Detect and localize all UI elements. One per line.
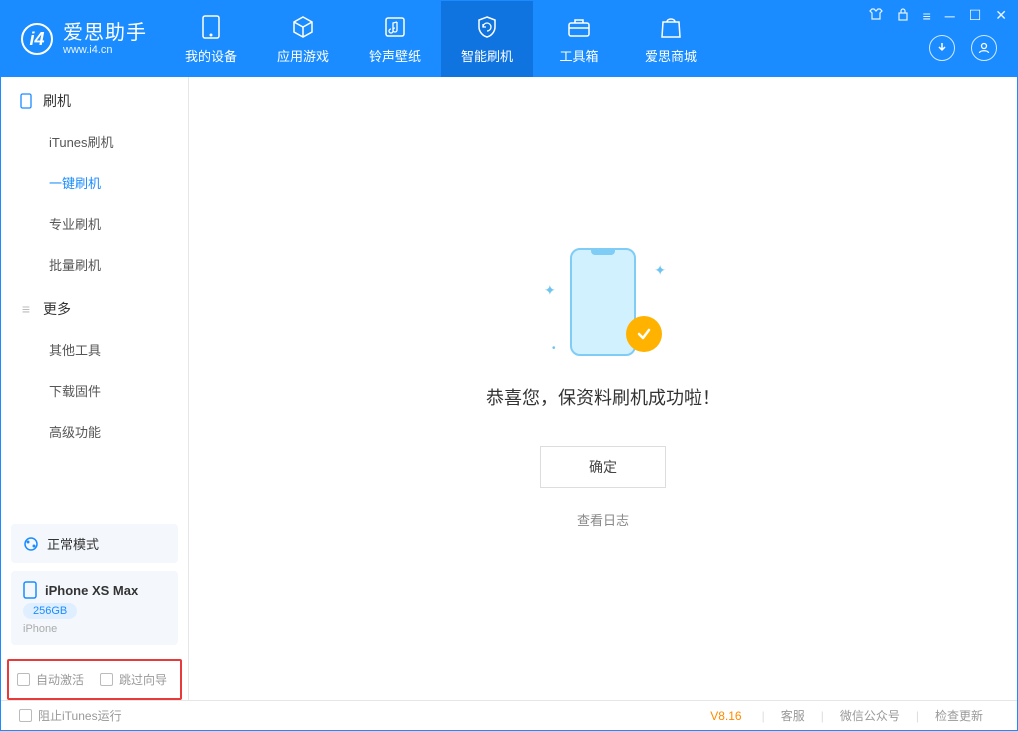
logo-text: 爱思助手 www.i4.cn xyxy=(63,22,147,56)
app-title: 爱思助手 xyxy=(63,22,147,44)
version-label: V8.16 xyxy=(710,709,741,723)
app-subtitle: www.i4.cn xyxy=(63,44,147,56)
header: i4 爱思助手 www.i4.cn 我的设备 应用游戏 铃声壁纸 xyxy=(1,1,1017,77)
refresh-shield-icon xyxy=(474,14,500,40)
tab-label: 智能刷机 xyxy=(461,46,513,65)
footer-links: 客服 | 微信公众号 | 检查更新 xyxy=(765,707,999,724)
sidebar-group-flash: 刷机 xyxy=(1,77,188,121)
sidebar-group-title: 刷机 xyxy=(43,91,71,111)
device-storage-badge: 256GB xyxy=(23,603,77,619)
bag-icon xyxy=(658,14,684,40)
header-right-icons xyxy=(929,35,997,61)
sidebar-item-other-tools[interactable]: 其他工具 xyxy=(1,329,188,370)
device-phone-icon xyxy=(23,581,37,599)
block-itunes-option[interactable]: 阻止iTunes运行 xyxy=(19,707,122,724)
device-mode-box[interactable]: 正常模式 xyxy=(11,524,178,563)
toolbox-icon xyxy=(566,14,592,40)
sidebar-group-more: ≡ 更多 xyxy=(1,285,188,329)
music-icon xyxy=(382,14,408,40)
tab-toolbox[interactable]: 工具箱 xyxy=(533,1,625,77)
sidebar: 刷机 iTunes刷机 一键刷机 专业刷机 批量刷机 ≡ 更多 其他工具 下载固… xyxy=(1,77,189,700)
success-illustration: ✦ ✦ • xyxy=(538,248,668,358)
option-label: 自动激活 xyxy=(36,671,84,688)
logo-icon: i4 xyxy=(21,23,53,55)
maximize-button[interactable]: ☐ xyxy=(969,7,982,24)
minimize-button[interactable]: ─ xyxy=(945,8,955,24)
footer-link-wechat[interactable]: 微信公众号 xyxy=(824,707,916,724)
close-button[interactable]: ✕ xyxy=(995,7,1007,24)
sidebar-group-title: 更多 xyxy=(43,299,71,319)
sparkle-icon: ✦ xyxy=(544,282,556,299)
sidebar-item-advanced[interactable]: 高级功能 xyxy=(1,411,188,452)
cube-icon xyxy=(290,14,316,40)
footer: 阻止iTunes运行 V8.16 | 客服 | 微信公众号 | 检查更新 xyxy=(1,700,1017,730)
tab-label: 铃声壁纸 xyxy=(369,46,421,65)
option-skip-guide[interactable]: 跳过向导 xyxy=(100,671,167,688)
sparkle-icon: • xyxy=(552,343,556,354)
tab-apps-games[interactable]: 应用游戏 xyxy=(257,1,349,77)
tab-my-device[interactable]: 我的设备 xyxy=(165,1,257,77)
tab-label: 我的设备 xyxy=(185,46,237,65)
nav-tabs: 我的设备 应用游戏 铃声壁纸 智能刷机 工具箱 xyxy=(165,1,717,77)
tab-label: 工具箱 xyxy=(559,46,598,65)
option-label: 跳过向导 xyxy=(119,671,167,688)
device-icon xyxy=(198,14,224,40)
user-button[interactable] xyxy=(971,35,997,61)
mode-icon xyxy=(23,536,39,552)
device-info-box[interactable]: iPhone XS Max 256GB iPhone xyxy=(11,571,178,645)
device-type: iPhone xyxy=(23,623,166,635)
main-content: ✦ ✦ • 恭喜您，保资料刷机成功啦！ 确定 查看日志 xyxy=(189,77,1017,700)
device-name: iPhone XS Max xyxy=(45,583,138,598)
sidebar-item-batch-flash[interactable]: 批量刷机 xyxy=(1,244,188,285)
tab-label: 爱思商城 xyxy=(645,46,697,65)
option-auto-activate[interactable]: 自动激活 xyxy=(17,671,84,688)
device-mode-label: 正常模式 xyxy=(47,534,99,553)
tab-ringtones-wallpapers[interactable]: 铃声壁纸 xyxy=(349,1,441,77)
check-circle-icon xyxy=(626,316,662,352)
checkbox-icon xyxy=(17,673,30,686)
lock-icon[interactable] xyxy=(897,7,909,24)
device-name-row: iPhone XS Max xyxy=(23,581,166,599)
tshirt-icon[interactable] xyxy=(869,7,883,24)
block-itunes-label: 阻止iTunes运行 xyxy=(38,707,122,724)
tab-smart-flash[interactable]: 智能刷机 xyxy=(441,1,533,77)
window-controls: ≡ ─ ☐ ✕ xyxy=(869,7,1007,24)
checkbox-icon xyxy=(100,673,113,686)
sparkle-icon: ✦ xyxy=(654,262,666,279)
footer-link-update[interactable]: 检查更新 xyxy=(919,707,999,724)
logo-area: i4 爱思助手 www.i4.cn xyxy=(1,1,165,77)
confirm-button[interactable]: 确定 xyxy=(540,446,666,488)
highlighted-options-row: 自动激活 跳过向导 xyxy=(7,659,182,700)
success-message: 恭喜您，保资料刷机成功啦！ xyxy=(486,384,720,410)
view-log-link[interactable]: 查看日志 xyxy=(577,510,629,529)
sidebar-item-pro-flash[interactable]: 专业刷机 xyxy=(1,203,188,244)
sidebar-item-oneclick-flash[interactable]: 一键刷机 xyxy=(1,162,188,203)
tab-label: 应用游戏 xyxy=(277,46,329,65)
footer-link-support[interactable]: 客服 xyxy=(765,707,821,724)
checkbox-icon xyxy=(19,709,32,722)
phone-icon xyxy=(19,94,33,108)
body-area: 刷机 iTunes刷机 一键刷机 专业刷机 批量刷机 ≡ 更多 其他工具 下载固… xyxy=(1,77,1017,700)
download-button[interactable] xyxy=(929,35,955,61)
menu-icon[interactable]: ≡ xyxy=(923,8,931,24)
tab-store[interactable]: 爱思商城 xyxy=(625,1,717,77)
sidebar-item-itunes-flash[interactable]: iTunes刷机 xyxy=(1,121,188,162)
sidebar-item-download-firmware[interactable]: 下载固件 xyxy=(1,370,188,411)
list-icon: ≡ xyxy=(19,302,33,316)
